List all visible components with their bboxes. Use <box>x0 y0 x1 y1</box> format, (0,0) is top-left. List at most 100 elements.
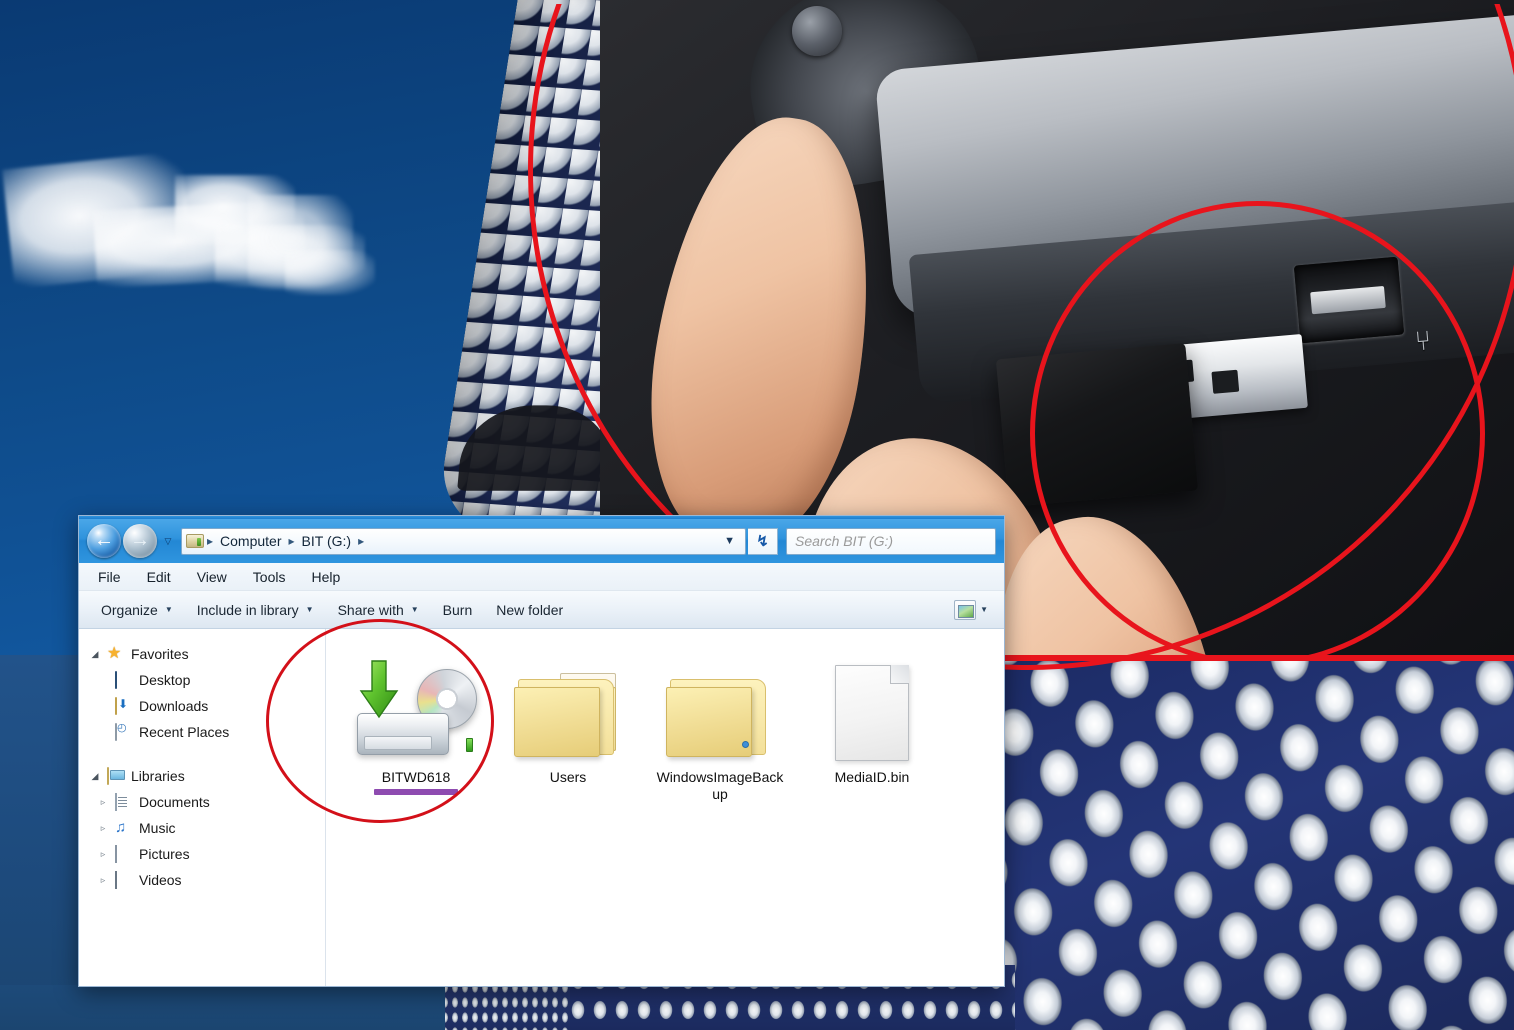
folder-tab-dot <box>742 741 749 748</box>
menu-view[interactable]: View <box>184 566 240 588</box>
star-icon: ★ <box>107 645 122 662</box>
list-item-bitwd618[interactable]: BITWD618 <box>340 645 492 796</box>
sidebar-item-videos[interactable]: ▹ Videos <box>79 867 325 893</box>
breadcrumb-separator-icon[interactable]: ▸ <box>357 534 365 548</box>
pictures-icon <box>115 845 133 863</box>
sidebar-item-pictures[interactable]: ▹ Pictures <box>79 841 325 867</box>
back-button[interactable]: ← <box>87 524 121 558</box>
drive-led-icon <box>466 738 473 752</box>
folder-multiple-icon <box>512 665 624 761</box>
search-placeholder: Search BIT (G:) <box>795 533 894 549</box>
sidebar-item-desktop[interactable]: ▹ Desktop <box>79 667 325 693</box>
item-label-mediaid-bin: MediaID.bin <box>834 769 910 785</box>
sidebar-label-favorites: Favorites <box>131 646 189 662</box>
screenshot-stage: ⑂ ← → ▽ ▸ Computer ▸ BIT (G:) ▸ ▼ ↯ Sear… <box>0 0 1514 1030</box>
sidebar-label-pictures: Pictures <box>139 846 190 862</box>
share-with-button[interactable]: Share with ▼ <box>326 598 431 622</box>
expander-placeholder: ▹ <box>97 701 109 712</box>
new-folder-label: New folder <box>496 601 564 618</box>
file-list-pane[interactable]: BITWD618 Users WindowsImageBackup MediaI… <box>266 619 1004 986</box>
menu-tools[interactable]: Tools <box>240 566 299 588</box>
burn-button[interactable]: Burn <box>431 598 485 622</box>
list-item-windowsimagebackup[interactable]: WindowsImageBackup <box>644 645 796 803</box>
libraries-group: ◢ Libraries ▹ Documents ▹ ♫ Music ▹ Pict… <box>79 763 325 893</box>
menu-file[interactable]: File <box>85 566 134 588</box>
sidebar-label-recent-places: Recent Places <box>139 724 230 740</box>
include-in-library-button[interactable]: Include in library ▼ <box>185 598 326 622</box>
breadcrumb-separator-icon: ▸ <box>288 534 295 548</box>
expander-collapsed-icon[interactable]: ▹ <box>97 797 109 808</box>
sidebar-item-libraries[interactable]: ◢ Libraries <box>79 763 325 789</box>
new-folder-button[interactable]: New folder <box>484 598 575 622</box>
file-corner-fold <box>890 665 909 684</box>
chevron-down-icon: ▼ <box>305 605 314 614</box>
list-item-mediaid-bin[interactable]: MediaID.bin <box>796 645 948 786</box>
background-left-band <box>0 655 78 1030</box>
favorites-group: ◢ ★ Favorites ▹ Desktop ▹ Downloads <box>79 641 325 745</box>
downloads-icon <box>115 697 133 715</box>
green-down-arrow-icon <box>359 660 399 719</box>
organize-button[interactable]: Organize ▼ <box>89 598 185 622</box>
address-bar[interactable]: ▸ Computer ▸ BIT (G:) ▸ ▼ <box>181 527 746 555</box>
sidebar-item-music[interactable]: ▹ ♫ Music <box>79 815 325 841</box>
cloud <box>285 250 375 295</box>
libraries-icon <box>107 767 125 785</box>
navigation-pane: ◢ ★ Favorites ▹ Desktop ▹ Downloads <box>79 629 326 986</box>
forward-button[interactable]: → <box>123 524 157 558</box>
sidebar-label-videos: Videos <box>139 872 182 888</box>
item-label-users: Users <box>549 769 587 785</box>
forward-arrow-icon: → <box>130 529 150 551</box>
organize-label: Organize <box>101 601 158 618</box>
navigation-bar: ← → ▽ ▸ Computer ▸ BIT (G:) ▸ ▼ ↯ Search… <box>79 519 1004 563</box>
search-input[interactable]: Search BIT (G:) <box>786 527 996 555</box>
refresh-button[interactable]: ↯ <box>748 527 778 555</box>
address-dropdown-chevron-down-icon[interactable]: ▼ <box>716 535 743 547</box>
item-label-windowsimagebackup: WindowsImageBackup <box>656 769 784 803</box>
breadcrumb-separator-icon: ▸ <box>207 534 214 548</box>
list-item-users[interactable]: Users <box>492 645 644 786</box>
menu-edit[interactable]: Edit <box>134 566 184 588</box>
windows-explorer-window: ← → ▽ ▸ Computer ▸ BIT (G:) ▸ ▼ ↯ Search… <box>78 515 1005 987</box>
expander-open-icon[interactable]: ◢ <box>89 649 101 660</box>
recent-places-icon <box>115 723 133 741</box>
sidebar-label-music: Music <box>139 820 176 836</box>
item-icon-wrapper <box>802 651 942 761</box>
background-bottom-band <box>0 985 445 1030</box>
chevron-down-icon: ▼ <box>164 605 173 614</box>
include-in-library-label: Include in library <box>196 601 299 618</box>
folder-front <box>666 687 752 757</box>
sidebar-item-downloads[interactable]: ▹ Downloads <box>79 693 325 719</box>
recent-pages-chevron-down-icon[interactable]: ▽ <box>160 536 176 547</box>
sidebar-item-favorites[interactable]: ◢ ★ Favorites <box>79 641 325 667</box>
documents-icon <box>115 793 133 811</box>
change-view-icon[interactable] <box>954 599 977 620</box>
item-icon-wrapper <box>650 651 790 761</box>
music-icon: ♫ <box>115 819 127 836</box>
expander-collapsed-icon[interactable]: ▹ <box>97 823 109 834</box>
command-toolbar: Organize ▼ Include in library ▼ Share wi… <box>79 591 1004 629</box>
drive-icon <box>186 534 204 548</box>
expander-collapsed-icon[interactable]: ▹ <box>97 849 109 860</box>
usb-port-highlight-circle <box>1030 201 1485 655</box>
sidebar-label-libraries: Libraries <box>131 768 185 784</box>
breadcrumb-computer[interactable]: Computer <box>216 531 285 551</box>
expander-open-icon[interactable]: ◢ <box>89 771 101 782</box>
window-body: ◢ ★ Favorites ▹ Desktop ▹ Downloads <box>79 619 1004 986</box>
expander-collapsed-icon[interactable]: ▹ <box>97 875 109 886</box>
item-underline-highlight <box>374 789 458 796</box>
sidebar-label-documents: Documents <box>139 794 210 810</box>
file-items: BITWD618 Users WindowsImageBackup MediaI… <box>340 645 1004 803</box>
desktop-icon <box>115 671 133 689</box>
sidebar-label-desktop: Desktop <box>139 672 191 688</box>
item-icon-wrapper <box>498 651 638 761</box>
view-chevron-down-icon[interactable]: ▼ <box>980 605 988 614</box>
sidebar-item-recent-places[interactable]: ▹ Recent Places <box>79 719 325 745</box>
breadcrumb-drive[interactable]: BIT (G:) <box>298 531 356 551</box>
share-with-label: Share with <box>337 601 404 618</box>
sidebar-item-documents[interactable]: ▹ Documents <box>79 789 325 815</box>
menu-help[interactable]: Help <box>298 566 353 588</box>
item-label-bitwd618: BITWD618 <box>381 769 451 785</box>
item-icon-wrapper <box>346 651 486 761</box>
expander-placeholder: ▹ <box>97 727 109 738</box>
videos-icon <box>115 871 133 889</box>
